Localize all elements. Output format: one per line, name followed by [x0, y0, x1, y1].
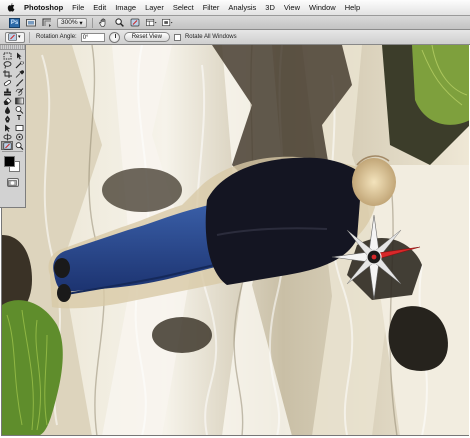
application-bar: Ps 300% ▾: [0, 16, 470, 30]
menu-photoshop[interactable]: Photoshop: [24, 3, 63, 12]
zoom-level-value: 300%: [61, 19, 78, 26]
canvas-image: [2, 45, 469, 435]
menu-layer[interactable]: Layer: [145, 3, 164, 12]
zoom-tool-icon[interactable]: [114, 18, 125, 28]
quick-mask-button[interactable]: [6, 178, 19, 187]
quick-mask-icon: [8, 179, 17, 186]
blur-tool-icon[interactable]: [1, 105, 13, 114]
menu-select[interactable]: Select: [173, 3, 194, 12]
foreground-color-swatch[interactable]: [4, 156, 15, 167]
gradient-tool-icon[interactable]: [13, 96, 25, 105]
eraser-tool-icon[interactable]: [1, 96, 13, 105]
menu-file[interactable]: File: [72, 3, 84, 12]
divider: [29, 31, 32, 43]
3d-orbit-tool-icon[interactable]: [13, 132, 25, 141]
reset-view-button[interactable]: Reset View: [123, 32, 170, 42]
lasso-tool-icon[interactable]: [1, 60, 13, 69]
marquee-tool-icon[interactable]: [1, 51, 13, 60]
menu-help[interactable]: Help: [345, 3, 360, 12]
document-canvas[interactable]: [1, 45, 469, 436]
shape-tool-icon[interactable]: [13, 123, 25, 132]
type-tool-icon[interactable]: T: [13, 114, 25, 123]
rotation-angle-input[interactable]: 0°: [80, 32, 105, 42]
history-brush-tool-icon[interactable]: [13, 87, 25, 96]
divider: [2, 151, 23, 152]
healing-brush-tool-icon[interactable]: [1, 78, 13, 87]
menu-analysis[interactable]: Analysis: [228, 3, 256, 12]
zoom-tool-small-icon[interactable]: [13, 141, 25, 150]
menu-edit[interactable]: Edit: [93, 3, 106, 12]
path-selection-tool-icon[interactable]: [1, 123, 13, 132]
menu-3d[interactable]: 3D: [265, 3, 275, 12]
tool-preset-picker[interactable]: ▾: [5, 31, 25, 43]
menu-window[interactable]: Window: [309, 3, 336, 12]
options-bar: ▾ Rotation Angle: 0° Reset View Rotate A…: [0, 30, 470, 45]
menu-image[interactable]: Image: [115, 3, 136, 12]
pen-tool-icon[interactable]: [1, 114, 13, 123]
menu-filter[interactable]: Filter: [203, 3, 220, 12]
eyedropper-tool-icon[interactable]: [13, 69, 25, 78]
dodge-tool-icon[interactable]: [13, 105, 25, 114]
rotate-all-windows-checkbox[interactable]: [173, 33, 181, 41]
rotate-view-tool-icon[interactable]: [1, 141, 13, 150]
move-tool-icon[interactable]: [13, 51, 25, 60]
view-extras-icon[interactable]: [41, 18, 52, 28]
rotation-angle-label: Rotation Angle:: [36, 34, 77, 40]
zoom-level-dropdown[interactable]: 300% ▾: [57, 17, 87, 28]
launch-bridge-icon[interactable]: [25, 18, 36, 28]
divider: [91, 17, 93, 28]
clone-stamp-tool-icon[interactable]: [1, 87, 13, 96]
quick-selection-tool-icon[interactable]: [13, 60, 25, 69]
rotate-view-preset-icon: [8, 33, 17, 41]
apple-icon[interactable]: [7, 3, 16, 13]
tools-panel: T: [0, 45, 26, 208]
rotate-all-windows-label: Rotate All Windows: [184, 34, 237, 40]
hand-tool-icon[interactable]: [98, 18, 109, 28]
3d-rotate-tool-icon[interactable]: [1, 132, 13, 141]
screen-mode-icon[interactable]: [161, 18, 173, 28]
color-swatches: [0, 154, 25, 176]
rotate-view-tool-icon[interactable]: [130, 18, 141, 28]
type-tool-glyph: T: [16, 114, 22, 122]
crop-tool-icon[interactable]: [1, 69, 13, 78]
menu-view[interactable]: View: [284, 3, 300, 12]
photoshop-logo-icon[interactable]: Ps: [9, 17, 20, 28]
rotation-angle-dial[interactable]: [108, 31, 120, 43]
brush-tool-icon[interactable]: [13, 78, 25, 87]
menu-bar: Photoshop File Edit Image Layer Select F…: [0, 0, 470, 16]
arrange-documents-icon[interactable]: [145, 18, 157, 28]
